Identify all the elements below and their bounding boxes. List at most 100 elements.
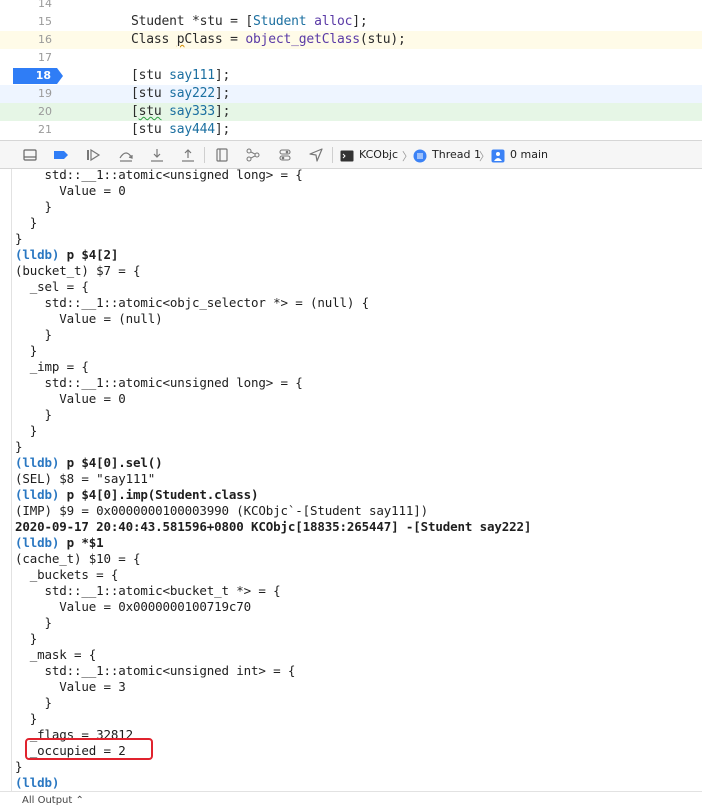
code-token: object_getClass (245, 32, 360, 47)
breakpoints-toggle-icon[interactable] (53, 147, 69, 163)
line-number: 14 (38, 0, 52, 10)
console-output-line: Value = (null) (15, 311, 163, 326)
console-command-line: (lldb) p $4[2] (15, 247, 118, 263)
code-token: ]; (214, 68, 231, 83)
console-output-line: } (15, 615, 53, 630)
console-output-line: Value = 3 (15, 679, 126, 694)
line-number: 16 (38, 33, 52, 46)
code-token: [stu (131, 122, 170, 137)
code-line[interactable]: 17 (0, 49, 702, 67)
console-command-line: (lldb) p $4[0].sel() (15, 455, 163, 471)
thread-icon (413, 148, 427, 163)
stack-frame-icon (491, 148, 505, 163)
console-output-line: _buckets = { (15, 567, 119, 582)
code-text: Student *stu = [Student alloc]; (131, 14, 368, 29)
code-line[interactable]: 18 [stu say111]; (0, 67, 702, 85)
console-command-line: (lldb) p *$1 (15, 535, 104, 551)
console-output-line: std::__1::atomic<unsigned long> = { (15, 375, 303, 390)
console-output-line: Value = 0x0000000100719c70 (15, 599, 252, 614)
console-output-line: _imp = { (15, 359, 89, 374)
output-filter-dropdown[interactable]: All Output ⌃ (22, 795, 84, 806)
code-token: say111 (169, 68, 215, 83)
code-token: ]; (214, 104, 231, 119)
debug-bar: KCObjc 〉 Thread 1 〉 0 main (0, 140, 702, 169)
lldb-command: p *$1 (59, 535, 104, 550)
code-text: [stu say111]; (131, 68, 230, 83)
console-output-line: } (15, 407, 53, 422)
console-output-line: _mask = { (15, 647, 97, 662)
console-output-line: Value = 0 (15, 183, 126, 198)
lldb-prompt: (lldb) (15, 455, 60, 470)
console-output-line: (cache_t) $10 = { (15, 551, 141, 566)
console-gutter (0, 169, 12, 791)
line-number: 21 (38, 123, 52, 136)
console-output-line: } (15, 439, 23, 454)
line-number: 19 (38, 87, 52, 100)
console-output-line: } (15, 231, 23, 246)
source-editor[interactable]: 14 15 Student *stu = [Student alloc]; 16 Cla… (0, 0, 702, 140)
lldb-prompt: (lldb) (15, 487, 60, 502)
step-into-icon[interactable] (149, 147, 165, 163)
breadcrumb-separator-icon: 〉 (479, 150, 490, 163)
code-line[interactable]: 15 Student *stu = [Student alloc]; (0, 13, 702, 31)
console-output-line: } (15, 423, 38, 438)
console-output-line: std::__1::atomic<bucket_t *> = { (15, 583, 281, 598)
code-token: ]; (214, 122, 231, 137)
console-output-line: (IMP) $9 = 0x0000000100003990 (KCObjc`-[… (15, 503, 429, 518)
console-output-line: } (15, 343, 38, 358)
code-token: [ (131, 104, 139, 119)
breadcrumb-target[interactable]: KCObjc (359, 148, 398, 161)
hide-debug-area-icon[interactable] (22, 147, 38, 163)
step-out-icon[interactable] (180, 147, 196, 163)
line-number: 17 (38, 51, 52, 64)
breakpoint-marker-icon[interactable]: 18 (13, 68, 63, 84)
line-number: 18 (35, 69, 51, 82)
code-line[interactable]: 16 Class pClass = object_getClass(stu); (0, 31, 702, 49)
memory-graph-icon[interactable] (245, 147, 261, 163)
view-debugger-icon[interactable] (214, 147, 230, 163)
debug-console[interactable]: std::__1::atomic<unsigned long> = { Valu… (0, 169, 702, 791)
console-output-line: std::__1::atomic<objc_selector *> = (nul… (15, 295, 370, 310)
console-output-line: Value = 0 (15, 391, 126, 406)
code-token: alloc (314, 14, 353, 29)
code-text: [stu say333]; (131, 104, 230, 119)
simulate-location-icon[interactable] (308, 147, 324, 163)
code-line[interactable]: 19 [stu say222]; (0, 85, 702, 103)
code-token: Student (253, 14, 307, 29)
code-token: say444 (169, 122, 215, 137)
console-command-line: (lldb) (15, 775, 59, 791)
code-token: stu (138, 104, 162, 119)
breadcrumb-frame[interactable]: 0 main (510, 148, 548, 161)
lldb-prompt: (lldb) (15, 535, 60, 550)
code-line[interactable]: 21 [stu say444]; (0, 121, 702, 139)
console-output-line: } (15, 327, 53, 342)
code-line[interactable]: 14 (0, 0, 702, 13)
code-text: [stu say444]; (131, 122, 230, 137)
console-output-line: std::__1::atomic<unsigned int> = { (15, 663, 296, 678)
console-output-line: } (15, 759, 23, 774)
console-output-line: std::__1::atomic<unsigned long> = { (15, 169, 303, 182)
console-output-line: } (15, 199, 53, 214)
breadcrumb-thread[interactable]: Thread 1 (432, 148, 481, 161)
code-line[interactable]: 20 [stu say333]; (0, 103, 702, 121)
console-output-line: (bucket_t) $7 = { (15, 263, 141, 278)
code-token: ]; (352, 14, 368, 29)
console-command-line: (lldb) p $4[0].imp(Student.class) (15, 487, 259, 503)
console-output-line: (SEL) $8 = "say111" (15, 471, 156, 486)
code-token: Class = (184, 32, 246, 47)
occupied-highlight-box (25, 738, 153, 760)
console-output-line: 2020-09-17 20:40:43.581596+0800 KCObjc[1… (15, 519, 532, 534)
code-text: [stu say222]; (131, 86, 230, 101)
code-token: ]; (214, 86, 231, 101)
environment-overrides-icon[interactable] (277, 147, 293, 163)
continue-icon[interactable] (85, 147, 101, 163)
line-number: 15 (38, 15, 52, 28)
code-token: Student *stu = [ (131, 14, 254, 29)
line-number: 20 (38, 105, 52, 118)
console-output-line: } (15, 631, 38, 646)
terminal-target-icon (340, 148, 354, 162)
console-output-line: _sel = { (15, 279, 89, 294)
code-token: [stu (131, 68, 170, 83)
step-over-icon[interactable] (118, 147, 134, 163)
